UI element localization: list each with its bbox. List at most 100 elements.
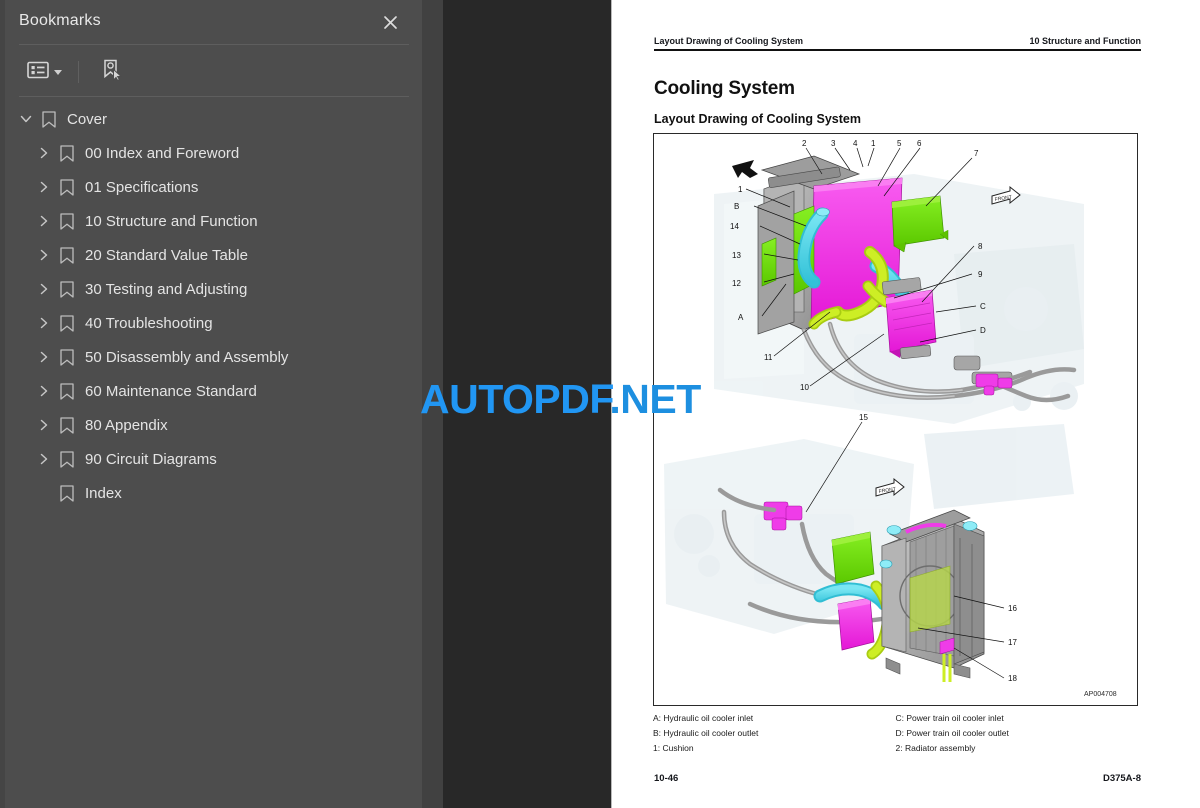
legend-line: A: Hydraulic oil cooler inlet (653, 713, 754, 723)
running-header-left: Layout Drawing of Cooling System (654, 36, 804, 46)
bookmark-icon (55, 246, 79, 264)
chevron-right-icon[interactable] (33, 278, 55, 300)
chevron-right-icon[interactable] (33, 176, 55, 198)
bookmark-icon (55, 382, 79, 400)
figure-id: AP004708 (1084, 691, 1117, 698)
bookmark-icon (55, 484, 79, 502)
panel-title: Bookmarks (19, 12, 101, 29)
bookmark-options-button[interactable] (23, 57, 66, 87)
toolbar-separator (78, 61, 79, 83)
bookmark-item[interactable]: 80 Appendix (5, 408, 427, 442)
legend-line: D: Power train oil cooler outlet (895, 728, 1009, 738)
page-subtitle: Layout Drawing of Cooling System (654, 112, 861, 126)
svg-text:3: 3 (831, 139, 836, 148)
figure-legend: A: Hydraulic oil cooler inlet B: Hydrauli… (653, 711, 1138, 756)
svg-text:4: 4 (853, 139, 858, 148)
bookmark-item[interactable]: 10 Structure and Function (5, 204, 427, 238)
bookmark-item[interactable]: 40 Troubleshooting (5, 306, 427, 340)
bookmark-item[interactable]: 90 Circuit Diagrams (5, 442, 427, 476)
bookmark-label: 10 Structure and Function (85, 212, 258, 230)
svg-text:14: 14 (730, 222, 739, 231)
chevron-right-icon[interactable] (33, 142, 55, 164)
bookmark-icon (55, 450, 79, 468)
svg-text:10: 10 (800, 383, 809, 392)
chevron-right-icon[interactable] (33, 380, 55, 402)
bookmark-label: 60 Maintenance Standard (85, 382, 257, 400)
bookmark-label: 01 Specifications (85, 178, 199, 196)
bookmark-icon (55, 144, 79, 162)
chevron-down-icon[interactable] (15, 108, 37, 130)
bookmark-item[interactable]: 60 Maintenance Standard (5, 374, 427, 408)
bookmark-label: Index (85, 484, 122, 502)
close-icon[interactable] (378, 10, 402, 34)
bookmark-icon (55, 212, 79, 230)
svg-text:5: 5 (897, 139, 902, 148)
svg-text:B: B (734, 202, 739, 211)
page-title: Cooling System (654, 78, 795, 99)
chevron-right-icon[interactable] (33, 244, 55, 266)
footer-model: D375A-8 (1102, 773, 1141, 784)
bookmarks-toolbar (5, 52, 422, 92)
bookmark-options-icon (27, 61, 49, 84)
bookmark-item[interactable]: Index (5, 476, 427, 510)
svg-text:2: 2 (802, 139, 807, 148)
bookmark-label: 80 Appendix (85, 416, 168, 434)
figure-cooling-system-layout: FRONT 234 156 7 1 B 14 13 12 A 11 10 8 9… (653, 133, 1138, 706)
chevron-right-icon[interactable] (33, 414, 55, 436)
svg-text:A: A (738, 313, 744, 322)
bookmark-icon (55, 416, 79, 434)
new-bookmark-icon (101, 59, 123, 86)
svg-text:12: 12 (732, 279, 741, 288)
chevron-right-icon[interactable] (33, 346, 55, 368)
footer-page-number: 10-46 (654, 773, 679, 784)
legend-line: 1: Cushion (653, 743, 694, 753)
toolbar-divider (19, 96, 409, 97)
svg-text:6: 6 (917, 139, 922, 148)
svg-text:8: 8 (978, 242, 983, 251)
new-bookmark-button[interactable] (97, 57, 127, 87)
bookmark-label: 50 Disassembly and Assembly (85, 348, 289, 366)
bookmarks-panel: Bookmarks Cover 00 Index and Foreword 01… (0, 0, 422, 808)
svg-text:1: 1 (871, 139, 876, 148)
bookmark-item[interactable]: 20 Standard Value Table (5, 238, 427, 272)
direction-arrow (732, 160, 758, 178)
bookmark-icon (37, 110, 61, 128)
bookmark-label: 20 Standard Value Table (85, 246, 248, 264)
document-page: Layout Drawing of Cooling System 10 Stru… (611, 0, 1200, 808)
bookmark-item[interactable]: 30 Testing and Adjusting (5, 272, 427, 306)
twisty-placeholder (33, 482, 55, 504)
page-running-header: Layout Drawing of Cooling System 10 Stru… (654, 36, 1141, 51)
svg-text:13: 13 (732, 251, 741, 260)
bookmark-item[interactable]: 00 Index and Foreword (5, 136, 427, 170)
bookmark-item[interactable]: 01 Specifications (5, 170, 427, 204)
bookmark-icon (55, 348, 79, 366)
legend-column-right: C: Power train oil cooler inlet D: Power … (896, 711, 1139, 756)
bookmark-label: 40 Troubleshooting (85, 314, 213, 332)
svg-text:18: 18 (1008, 674, 1017, 683)
bookmark-item[interactable]: 50 Disassembly and Assembly (5, 340, 427, 374)
svg-text:16: 16 (1008, 604, 1017, 613)
chevron-right-icon[interactable] (33, 448, 55, 470)
legend-line: B: Hydraulic oil cooler outlet (653, 728, 759, 738)
bookmark-icon (55, 178, 79, 196)
legend-column-left: A: Hydraulic oil cooler inlet B: Hydrauli… (653, 711, 896, 756)
header-divider (19, 44, 409, 45)
legend-line: 2: Radiator assembly (895, 743, 976, 753)
bookmark-label: 00 Index and Foreword (85, 144, 240, 162)
bookmark-label: 90 Circuit Diagrams (85, 450, 217, 468)
legend-line: C: Power train oil cooler inlet (895, 713, 1004, 723)
bookmark-tree: Cover 00 Index and Foreword 01 Specificati… (5, 102, 427, 510)
panel-splitter[interactable] (422, 0, 443, 808)
pdf-reader-window: Bookmarks Cover 00 Index and Foreword 01… (0, 0, 1200, 808)
bookmarks-panel-header: Bookmarks (5, 0, 422, 45)
radiator-assembly-bottom (879, 509, 985, 682)
svg-text:D: D (980, 326, 986, 335)
chevron-down-icon (54, 69, 62, 75)
svg-text:15: 15 (859, 413, 868, 422)
bookmark-item[interactable]: Cover (5, 102, 427, 136)
svg-text:7: 7 (974, 149, 979, 158)
svg-text:1: 1 (738, 185, 743, 194)
chevron-right-icon[interactable] (33, 312, 55, 334)
svg-text:9: 9 (978, 270, 983, 279)
chevron-right-icon[interactable] (33, 210, 55, 232)
